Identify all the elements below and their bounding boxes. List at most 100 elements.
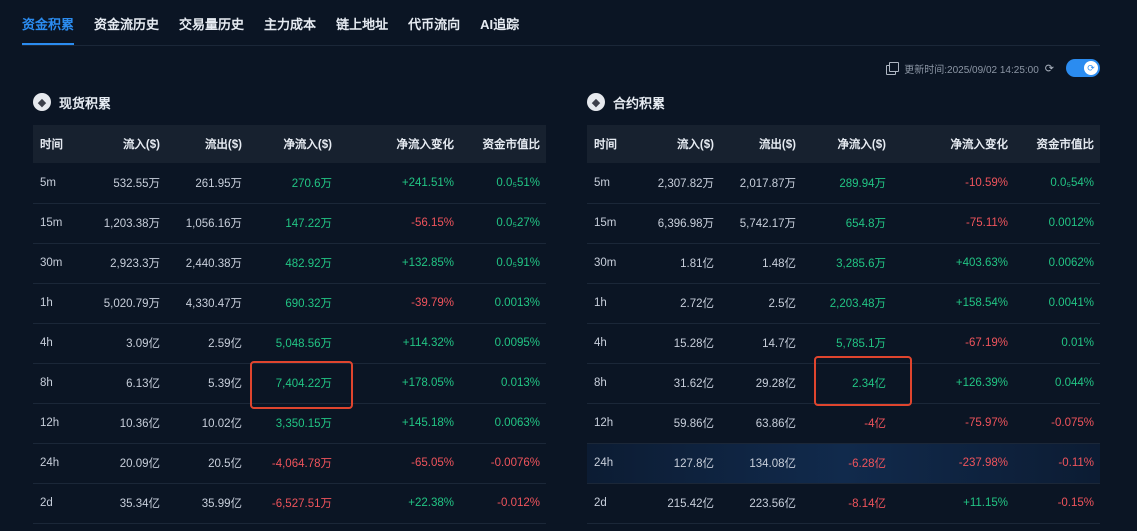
- cell-ratio: 0.0₅51%: [496, 176, 540, 189]
- table-row: 4h 3.09亿 2.59亿 5,048.56万 +114.32% 0.0095%: [33, 323, 546, 363]
- cell-time: 1h: [594, 297, 607, 309]
- col-time: 时间: [40, 139, 63, 151]
- cell-time: 24h: [594, 457, 614, 469]
- cell-net: 2,203.48万: [829, 298, 886, 310]
- cell-net: 482.92万: [285, 258, 332, 270]
- tab-fund-accumulation[interactable]: 资金积累: [22, 14, 75, 45]
- table-row: 1h 5,020.79万 4,330.47万 690.32万 -39.79% 0.0013…: [33, 283, 546, 323]
- cell-ratio: 0.0012%: [1048, 217, 1094, 229]
- cell-inflow: 2.72亿: [680, 298, 714, 310]
- cell-inflow: 15.28亿: [673, 338, 714, 350]
- update-time: 更新时间:2025/09/02 14:25:00: [904, 64, 1039, 76]
- cell-net: -6.28亿: [848, 458, 886, 470]
- cell-time: 2d: [40, 497, 53, 509]
- futures-panel: ◆ 合约积累 时间 流入($) 流出($) 净流入($) 净流入变化 资金市值比…: [587, 88, 1100, 524]
- col-net: 净流入($): [837, 139, 886, 151]
- cell-outflow: 5,742.17万: [739, 218, 796, 230]
- spot-table: 时间 流入($) 流出($) 净流入($) 净流入变化 资金市值比 5m 532.…: [33, 125, 546, 524]
- cell-time: 4h: [594, 337, 607, 349]
- cell-change: -75.11%: [966, 217, 1008, 229]
- cell-change: +241.51%: [401, 176, 454, 189]
- cell-net: -6,527.51万: [271, 498, 332, 510]
- table-row: 15m 1,203.38万 1,056.16万 147.22万 -56.15% 0.0₅2…: [33, 203, 546, 243]
- cell-ratio: 0.0041%: [1048, 297, 1094, 309]
- table-row: 30m 2,923.3万 2,440.38万 482.92万 +132.85% 0.0₅9…: [33, 243, 546, 283]
- cell-ratio: 0.0063%: [494, 417, 540, 429]
- cell-outflow: 35.99亿: [201, 498, 242, 510]
- cell-outflow: 14.7亿: [762, 338, 796, 350]
- tab-volume-history[interactable]: 交易量历史: [179, 14, 244, 33]
- table-row: 15m 6,396.98万 5,742.17万 654.8万 -75.11% 0.0012…: [587, 203, 1100, 243]
- table-header-row: 时间 流入($) 流出($) 净流入($) 净流入变化 资金市值比: [33, 125, 546, 163]
- cell-time: 4h: [40, 337, 53, 349]
- cell-inflow: 3.09亿: [126, 338, 160, 350]
- cell-ratio: 0.0095%: [494, 337, 540, 349]
- futures-panel-title: 合约积累: [613, 95, 666, 111]
- auto-refresh-toggle[interactable]: ⟳: [1066, 59, 1100, 77]
- spot-panel: ◆ 现货积累 时间 流入($) 流出($) 净流入($) 净流入变化 资金市值比…: [33, 88, 546, 524]
- table-row: 5m 2,307.82万 2,017.87万 289.94万 -10.59% 0.0₅54…: [587, 163, 1100, 203]
- table-row: 24h 20.09亿 20.5亿 -4,064.78万 -65.05% -0.0076%: [33, 443, 546, 483]
- cell-inflow: 127.8亿: [673, 458, 714, 470]
- cell-outflow: 10.02亿: [201, 418, 242, 430]
- cell-outflow: 63.86亿: [755, 418, 796, 430]
- ethereum-icon: ◆: [587, 93, 605, 111]
- table-row: 4h 15.28亿 14.7亿 5,785.1万 -67.19% 0.01%: [587, 323, 1100, 363]
- cell-time: 8h: [594, 377, 607, 389]
- cell-inflow: 6.13亿: [126, 378, 160, 390]
- cell-change: +22.38%: [408, 497, 454, 509]
- col-ratio: 资金市值比: [482, 139, 541, 151]
- cell-ratio: 0.01%: [1061, 337, 1094, 349]
- tab-onchain-address[interactable]: 链上地址: [336, 14, 388, 33]
- tab-fund-flow-history[interactable]: 资金流历史: [94, 14, 159, 33]
- cell-ratio: 0.0062%: [1048, 257, 1094, 269]
- futures-table-body: 5m 2,307.82万 2,017.87万 289.94万 -10.59% 0.0₅54…: [587, 163, 1100, 523]
- table-row: 1h 2.72亿 2.5亿 2,203.48万 +158.54% 0.0041%: [587, 283, 1100, 323]
- cell-time: 5m: [40, 176, 56, 189]
- copy-icon[interactable]: [886, 62, 900, 75]
- cell-time: 1h: [40, 297, 53, 309]
- tab-main-cost[interactable]: 主力成本: [264, 14, 316, 33]
- cell-outflow: 1.48亿: [762, 258, 796, 270]
- table-row: 12h 59.86亿 63.86亿 -4亿 -75.97% -0.075%: [587, 403, 1100, 443]
- col-change: 净流入变化: [396, 139, 455, 151]
- cell-change: +11.15%: [963, 497, 1008, 509]
- cell-outflow: 1,056.16万: [185, 218, 242, 230]
- cell-time: 8h: [40, 377, 53, 389]
- cell-time: 30m: [594, 257, 617, 269]
- cell-change: +158.54%: [955, 297, 1008, 309]
- cell-inflow: 215.42亿: [667, 498, 714, 510]
- cell-change: +126.39%: [955, 377, 1008, 389]
- cell-net: 690.32万: [285, 298, 332, 310]
- cell-time: 30m: [40, 257, 63, 269]
- cell-inflow: 1,203.38万: [103, 218, 160, 230]
- cell-inflow: 1.81亿: [680, 258, 714, 270]
- cell-net: -8.14亿: [848, 498, 886, 510]
- table-row: 30m 1.81亿 1.48亿 3,285.6万 +403.63% 0.0062%: [587, 243, 1100, 283]
- col-time: 时间: [594, 139, 617, 151]
- cell-net: 654.8万: [845, 218, 886, 230]
- spot-panel-title: 现货积累: [59, 95, 112, 111]
- cell-inflow: 59.86亿: [673, 418, 714, 430]
- spot-table-body: 5m 532.55万 261.95万 270.6万 +241.51% 0.0₅51% 15m…: [33, 163, 546, 523]
- col-outflow: 流出($): [758, 139, 796, 151]
- cell-inflow: 2,307.82万: [657, 177, 714, 190]
- cell-net: 289.94万: [839, 177, 886, 190]
- col-inflow: 流入($): [122, 139, 160, 151]
- cell-ratio: 0.0₅91%: [496, 257, 540, 269]
- cell-change: +114.32%: [402, 337, 454, 349]
- cell-outflow: 2,440.38万: [185, 258, 242, 270]
- tab-ai-tracking[interactable]: AI追踪: [480, 14, 519, 33]
- cell-outflow: 223.56亿: [749, 498, 796, 510]
- col-ratio: 资金市值比: [1036, 139, 1095, 151]
- cell-inflow: 31.62亿: [673, 378, 714, 390]
- cell-change: -39.79%: [411, 297, 454, 309]
- tab-divider: [22, 45, 1100, 46]
- tab-token-flow[interactable]: 代币流向: [408, 14, 460, 33]
- cell-change: -237.98%: [958, 457, 1008, 469]
- cell-inflow: 2,923.3万: [110, 258, 160, 270]
- cell-outflow: 2,017.87万: [739, 177, 796, 190]
- table-row: 8h 6.13亿 5.39亿 7,404.22万 +178.05% 0.013%: [33, 363, 546, 403]
- refresh-icon[interactable]: ⟳: [1045, 62, 1054, 75]
- cell-outflow: 20.5亿: [208, 458, 242, 470]
